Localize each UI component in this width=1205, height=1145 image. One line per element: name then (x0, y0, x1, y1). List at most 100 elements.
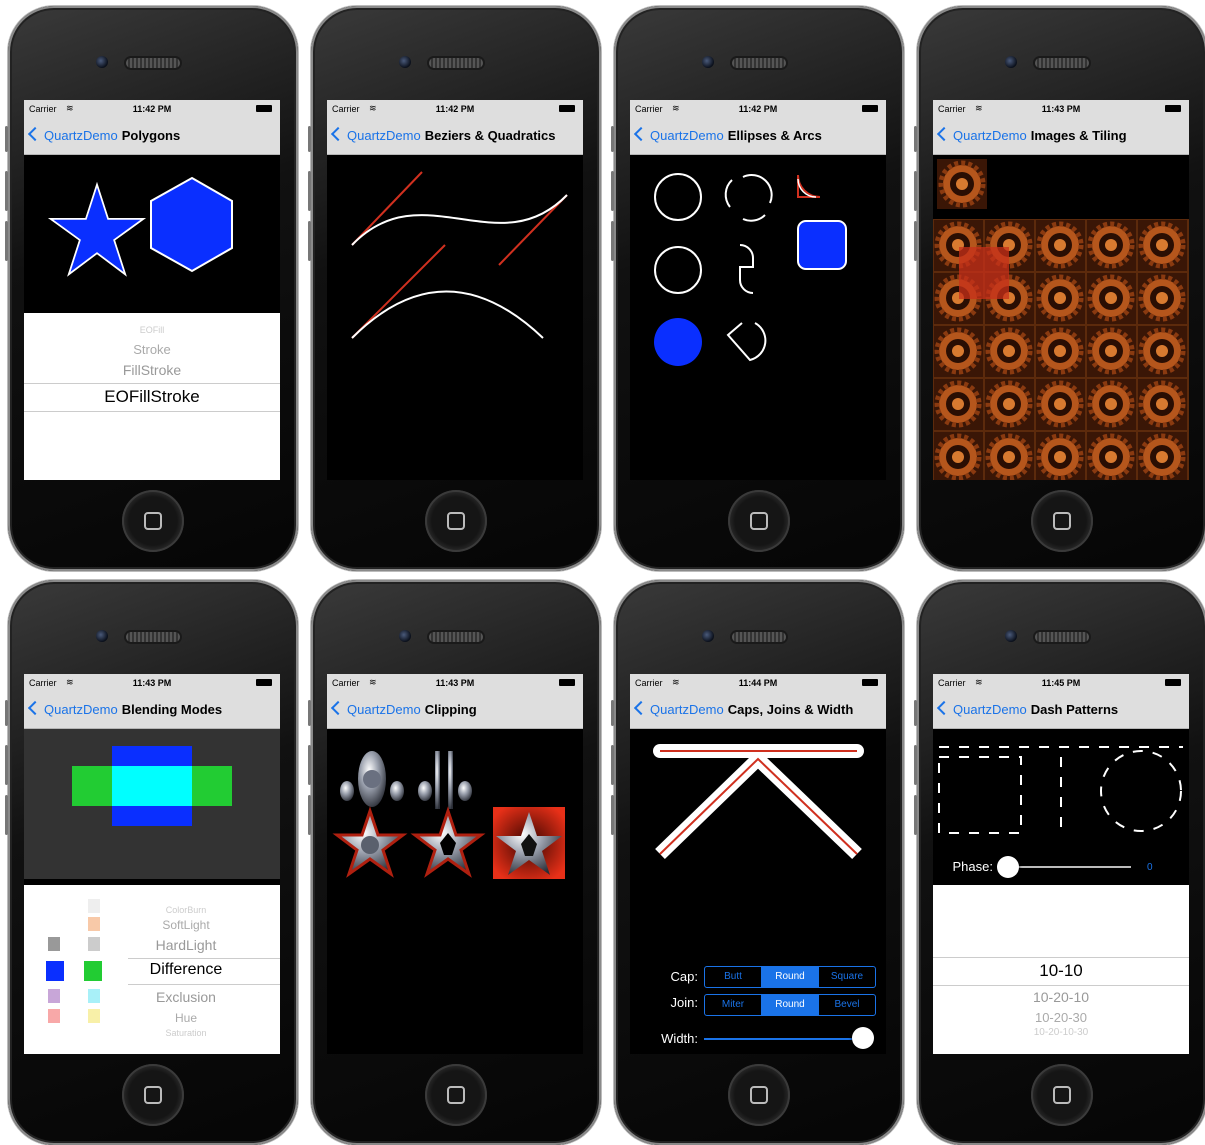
back-button[interactable]: QuartzDemo Clipping (330, 700, 477, 717)
volume-down-button (5, 221, 8, 261)
home-button[interactable] (1031, 1064, 1093, 1126)
mute-switch (308, 126, 311, 152)
picker-option[interactable]: 10-20-30 (933, 1010, 1189, 1025)
picker-divider (933, 957, 1189, 958)
speaker-grille (429, 58, 483, 68)
picker-option[interactable]: Stroke (24, 342, 280, 357)
status-bar: Carrier ≋ 11:45 PM (933, 674, 1189, 692)
chevron-left-icon (936, 700, 952, 716)
home-button[interactable] (122, 1064, 184, 1126)
chevron-left-icon (936, 126, 952, 142)
volume-up-button (611, 171, 614, 211)
picker-option[interactable]: Exclusion (76, 989, 280, 1005)
page-title: Caps, Joins & Width (727, 702, 854, 717)
back-label: QuartzDemo (650, 702, 724, 717)
picker-option[interactable]: ColorBurn (76, 905, 280, 915)
join-segment-round[interactable]: Round (761, 995, 818, 1015)
dash-pattern-picker[interactable]: 10-10 10-20-10 10-20-30 10-20-10-30 (933, 885, 1189, 1054)
color-swatch[interactable] (48, 1009, 60, 1023)
dash-canvas: Phase: 0 10-10 10-20-10 10-20-30 10-20-1… (933, 729, 1189, 1054)
cap-segment-round[interactable]: Round (761, 967, 818, 987)
home-button[interactable] (425, 490, 487, 552)
speaker-grille (429, 632, 483, 642)
fill-mode-picker[interactable]: EOFill Stroke FillStroke EOFillStroke (24, 313, 280, 480)
picker-selected-option[interactable]: EOFillStroke (24, 387, 280, 407)
picker-option[interactable]: Saturation (76, 1028, 280, 1038)
back-button[interactable]: QuartzDemo Dash Patterns (936, 700, 1118, 717)
back-label: QuartzDemo (650, 128, 724, 143)
volume-down-button (308, 221, 311, 261)
cap-label: Cap: (670, 969, 698, 984)
back-button[interactable]: QuartzDemo Beziers & Quadratics (330, 126, 556, 143)
status-time: 11:44 PM (738, 678, 778, 688)
highlighted-tile (959, 247, 1009, 299)
chevron-left-icon (330, 126, 346, 142)
home-button[interactable] (425, 1064, 487, 1126)
back-button[interactable]: QuartzDemo Blending Modes (27, 700, 222, 717)
picker-option[interactable]: Hue (76, 1011, 280, 1025)
join-segment-bevel[interactable]: Bevel (818, 995, 875, 1015)
blend-color-picker[interactable]: ColorBurn SoftLight HardLight Difference… (24, 885, 280, 1054)
home-button[interactable] (728, 1064, 790, 1126)
join-segmented-control[interactable]: Miter Round Bevel (704, 994, 876, 1016)
color-swatch[interactable] (48, 989, 60, 1003)
images-canvas (933, 155, 1189, 480)
back-button[interactable]: QuartzDemo Images & Tiling (936, 126, 1127, 143)
page-title: Ellipses & Arcs (727, 128, 822, 143)
chevron-left-icon (330, 700, 346, 716)
home-button[interactable] (728, 490, 790, 552)
screen: Carrier ≋ 11:42 PM QuartzDemo Beziers & Q… (327, 100, 583, 480)
dashed-square (938, 756, 1022, 834)
speaker-grille (732, 58, 786, 68)
phase-slider-thumb[interactable] (997, 856, 1019, 878)
picker-option[interactable]: 10-20-10 (933, 989, 1189, 1005)
volume-up-button (5, 745, 8, 785)
picker-divider (128, 958, 280, 959)
screen: Carrier ≋ 11:44 PM QuartzDemo Caps, Joins… (630, 674, 886, 1054)
home-button[interactable] (122, 490, 184, 552)
back-button[interactable]: QuartzDemo Polygons (27, 126, 180, 143)
status-bar: Carrier ≋ 11:42 PM (630, 100, 886, 118)
gear-image-icon (937, 159, 987, 209)
back-button[interactable]: QuartzDemo Ellipses & Arcs (633, 126, 822, 143)
cap-segment-butt[interactable]: Butt (705, 967, 761, 987)
width-slider-track[interactable] (704, 1038, 866, 1040)
beziers-canvas (327, 155, 583, 480)
camera-icon (96, 630, 108, 642)
width-slider-thumb[interactable] (852, 1027, 874, 1049)
battery-icon (1165, 105, 1181, 112)
selected-source-swatch[interactable] (46, 961, 64, 981)
clipping-drawing (332, 751, 565, 879)
picker-selected-option[interactable]: 10-10 (933, 961, 1189, 981)
color-swatch[interactable] (48, 937, 60, 951)
back-label: QuartzDemo (44, 702, 118, 717)
picker-option[interactable]: SoftLight (76, 918, 280, 932)
caps-canvas: Cap: Butt Round Square Join: Miter Round… (630, 729, 886, 1054)
screen: Carrier ≋ 11:42 PM QuartzDemo Ellipses & … (630, 100, 886, 480)
picker-selected-option[interactable]: Difference (76, 961, 280, 979)
picker-option[interactable]: FillStroke (24, 362, 280, 378)
control-line (351, 171, 423, 246)
navigation-bar: QuartzDemo Beziers & Quadratics (327, 118, 583, 155)
picker-option[interactable]: EOFill (24, 325, 280, 335)
status-time: 11:45 PM (1041, 678, 1081, 688)
camera-icon (702, 56, 714, 68)
status-bar: Carrier ≋ 11:43 PM (933, 100, 1189, 118)
arc-dashed (742, 214, 766, 222)
join-segment-miter[interactable]: Miter (705, 995, 761, 1015)
arc-path (739, 244, 754, 294)
cap-segment-square[interactable]: Square (818, 967, 875, 987)
home-button[interactable] (1031, 490, 1093, 552)
screen: Carrier ≋ 11:43 PM QuartzDemo Blending Mo… (24, 674, 280, 1054)
star-clipped-ship (332, 806, 408, 878)
camera-icon (702, 630, 714, 642)
page-title: Beziers & Quadratics (424, 128, 556, 143)
volume-down-button (611, 795, 614, 835)
cap-segmented-control[interactable]: Butt Round Square (704, 966, 876, 988)
picker-option[interactable]: 10-20-10-30 (933, 1027, 1189, 1038)
picker-option[interactable]: HardLight (76, 937, 280, 953)
back-button[interactable]: QuartzDemo Caps, Joins & Width (633, 700, 854, 717)
status-time: 11:43 PM (132, 678, 172, 688)
navigation-bar: QuartzDemo Caps, Joins & Width (630, 692, 886, 729)
phase-slider-track[interactable] (1007, 866, 1131, 868)
